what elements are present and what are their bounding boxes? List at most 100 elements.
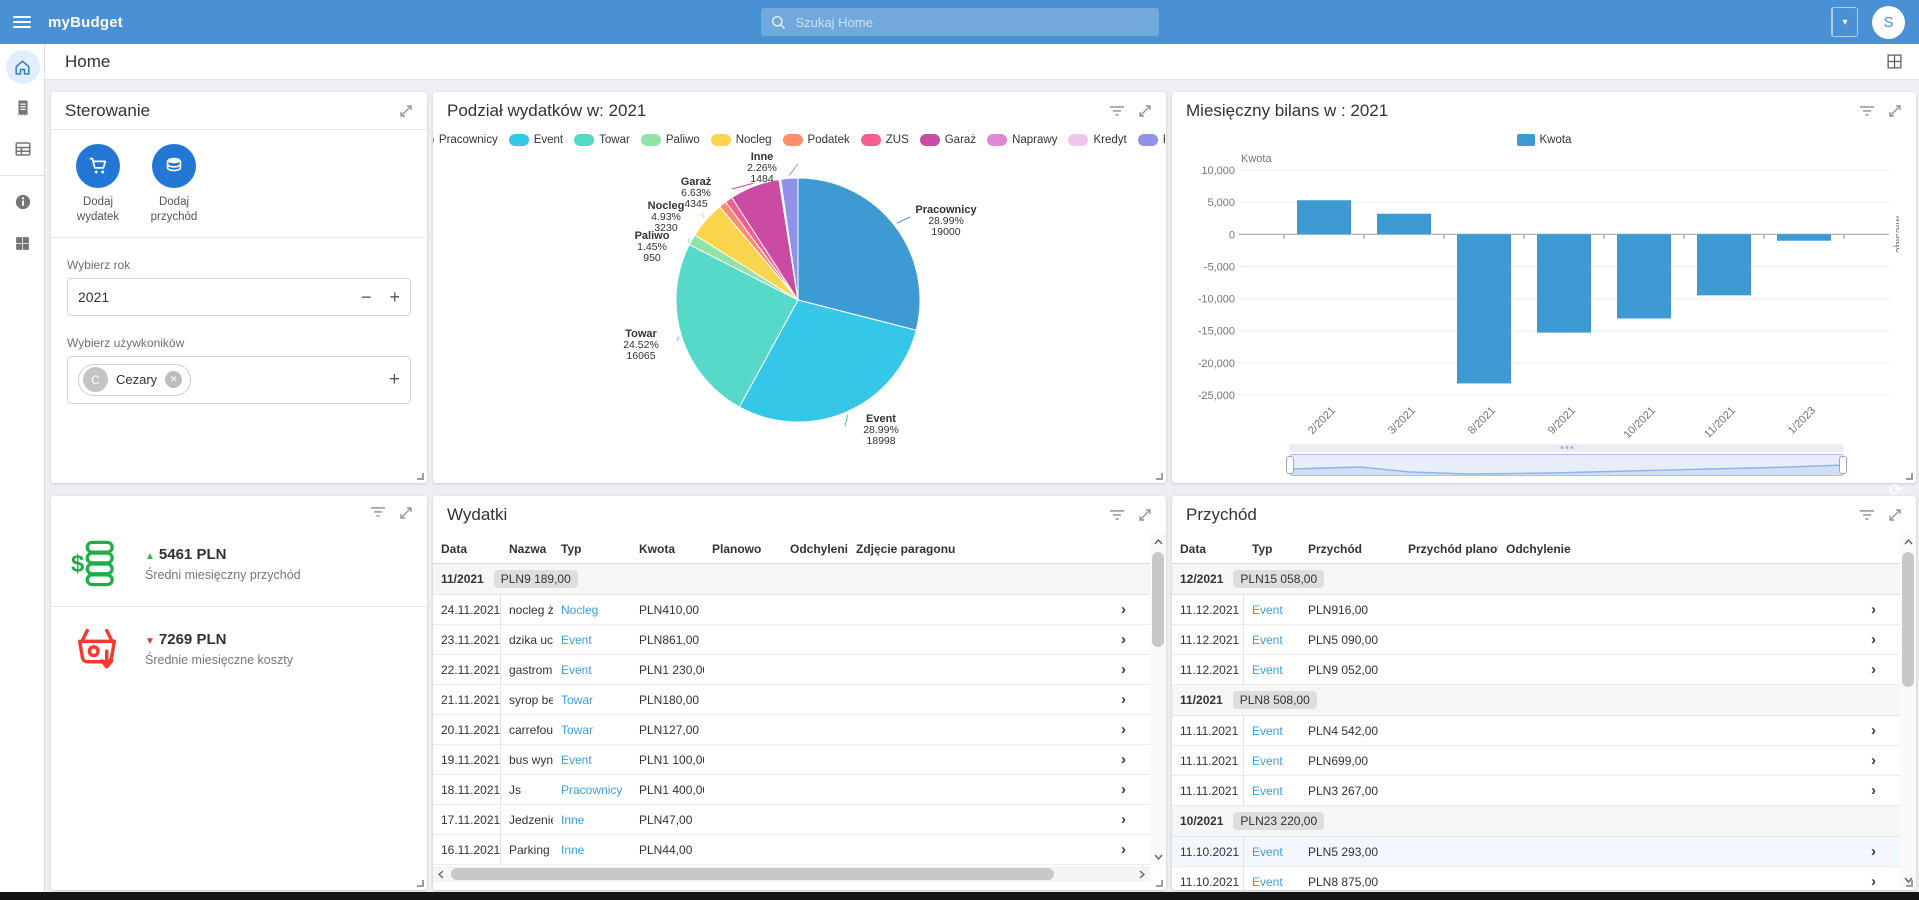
cell-type[interactable]: Event <box>1244 875 1300 889</box>
add-user-button[interactable]: + <box>389 369 400 391</box>
resize-grip[interactable] <box>417 473 424 480</box>
column-header[interactable]: Przychód planowany <box>1400 542 1498 556</box>
type-link[interactable]: Event <box>561 753 592 767</box>
cell-type[interactable]: Event <box>1244 784 1300 798</box>
cell-type[interactable]: Event <box>1244 724 1300 738</box>
cell-type[interactable]: Event <box>1244 663 1300 677</box>
users-selector[interactable]: C Cezary ✕ + <box>67 356 411 404</box>
type-link[interactable]: Event <box>1252 663 1283 677</box>
chart-scrollbar[interactable] <box>1289 444 1844 452</box>
type-link[interactable]: Event <box>1252 754 1283 768</box>
expenses-vertical-scrollbar[interactable] <box>1150 534 1166 865</box>
column-header[interactable]: Odchylenie <box>1498 542 1900 556</box>
sidebar-item-info[interactable] <box>0 184 45 220</box>
cell-type[interactable]: Event <box>1244 603 1300 617</box>
chevron-right-icon[interactable]: › <box>1121 722 1126 737</box>
pie-chart[interactable]: Pracownicy28.99%19000Event28.99%18998Tow… <box>433 146 1166 446</box>
table-row[interactable]: 11.10.2021EventPLN5 293,00› <box>1172 837 1900 867</box>
cell-type[interactable]: Event <box>1244 754 1300 768</box>
expand-icon[interactable] <box>1138 104 1152 118</box>
table-row[interactable]: 11.10.2021EventPLN8 875,00› <box>1172 867 1900 890</box>
navigator-right-handle[interactable] <box>1839 456 1847 474</box>
resize-grip[interactable] <box>417 880 424 887</box>
table-row[interactable]: 17.11.2021JedzenieInnePLN47,00› <box>433 805 1150 835</box>
search-box[interactable] <box>761 8 1159 36</box>
scrollbar-thumb[interactable] <box>1152 552 1164 647</box>
chevron-right-icon[interactable]: › <box>1121 752 1126 767</box>
year-decrement-button[interactable]: − <box>361 288 372 306</box>
table-row[interactable]: 23.11.2021dzika ucztaEventPLN861,00› <box>433 625 1150 655</box>
resize-grip[interactable] <box>1156 473 1163 480</box>
add-income-button[interactable]: Dodaj przychód <box>143 144 205 225</box>
cell-type[interactable]: Towar <box>553 693 631 707</box>
sidebar-item-tables[interactable] <box>0 131 45 167</box>
cell-type[interactable]: Event <box>553 633 631 647</box>
bar-chart[interactable]: 10,0005,0000-5,000-10,000-15,000-20,000-… <box>1189 152 1899 442</box>
scroll-right-button[interactable] <box>1134 866 1150 882</box>
column-header[interactable]: Typ <box>1244 542 1300 556</box>
expand-icon[interactable] <box>399 104 413 118</box>
table-row[interactable]: 24.11.2021nocleg żagańNoclegPLN410,00› <box>433 595 1150 625</box>
column-header[interactable]: Zdjęcie paragonu <box>848 542 1150 556</box>
layout-grid-button[interactable] <box>1886 53 1903 70</box>
filter-icon[interactable] <box>1110 105 1124 117</box>
table-row[interactable]: 21.11.2021syrop bezTowarPLN180,00› <box>433 685 1150 715</box>
year-increment-button[interactable]: + <box>389 288 400 306</box>
refresh-split-button[interactable]: ⟳ ▾ <box>1831 7 1858 37</box>
column-header[interactable]: Przychód <box>1300 542 1400 556</box>
filter-icon[interactable] <box>1860 105 1874 117</box>
bar-2/2021[interactable] <box>1297 200 1351 234</box>
sidebar-item-apps[interactable] <box>0 225 45 261</box>
group-row[interactable]: 12/2021 PLN15 058,00 <box>1172 564 1900 595</box>
resize-grip[interactable] <box>1156 880 1163 887</box>
cell-type[interactable]: Event <box>553 663 631 677</box>
cell-type[interactable]: Event <box>1244 633 1300 647</box>
column-header[interactable]: Typ <box>553 542 631 556</box>
filter-icon[interactable] <box>1860 509 1874 521</box>
type-link[interactable]: Event <box>1252 875 1283 889</box>
column-header[interactable]: Data <box>433 542 501 556</box>
scroll-down-button[interactable] <box>1150 849 1166 865</box>
bar-10/2021[interactable] <box>1617 234 1671 318</box>
navigator-left-handle[interactable] <box>1286 456 1294 474</box>
scrollbar-thumb[interactable] <box>451 868 1054 880</box>
type-link[interactable]: Event <box>1252 724 1283 738</box>
type-link[interactable]: Event <box>1252 845 1283 859</box>
type-link[interactable]: Pracownicy <box>561 783 622 797</box>
table-row[interactable]: 22.11.2021gastromiast…EventPLN1 230,00› <box>433 655 1150 685</box>
table-row[interactable]: 18.11.2021JsPracownicyPLN1 400,00› <box>433 775 1150 805</box>
chevron-right-icon[interactable]: › <box>1121 602 1126 617</box>
sidebar-item-receipts[interactable] <box>0 90 45 126</box>
menu-button[interactable] <box>0 0 44 44</box>
table-row[interactable]: 11.11.2021EventPLN699,00› <box>1172 746 1900 776</box>
table-row[interactable]: 11.12.2021EventPLN916,00› <box>1172 595 1900 625</box>
cell-type[interactable]: Inne <box>553 813 631 827</box>
type-link[interactable]: Event <box>1252 633 1283 647</box>
type-link[interactable]: Inne <box>561 813 584 827</box>
cell-type[interactable]: Towar <box>553 723 631 737</box>
chevron-right-icon[interactable]: › <box>1121 842 1126 857</box>
bar-3/2021[interactable] <box>1377 214 1431 235</box>
year-input[interactable] <box>78 289 361 305</box>
column-header[interactable]: Odchylenie <box>782 542 848 556</box>
cell-type[interactable]: Pracownicy <box>553 783 631 797</box>
chevron-right-icon[interactable]: › <box>1121 692 1126 707</box>
filter-icon[interactable] <box>1110 509 1124 521</box>
scroll-left-button[interactable] <box>433 866 449 882</box>
chevron-right-icon[interactable]: › <box>1121 632 1126 647</box>
type-link[interactable]: Event <box>1252 784 1283 798</box>
filter-icon[interactable] <box>371 506 385 520</box>
column-header[interactable]: Data <box>1172 542 1244 556</box>
cell-type[interactable]: Event <box>553 753 631 767</box>
bar-9/2021[interactable] <box>1537 234 1591 332</box>
cell-type[interactable]: Event <box>1244 845 1300 859</box>
table-row[interactable]: 16.11.2021Parking no…InnePLN44,00› <box>433 835 1150 865</box>
expand-icon[interactable] <box>1138 508 1152 522</box>
table-row[interactable]: 11.11.2021EventPLN3 267,00› <box>1172 776 1900 806</box>
range-navigator[interactable] <box>1289 444 1844 478</box>
type-link[interactable]: Towar <box>561 723 593 737</box>
year-selector[interactable]: − + <box>67 278 411 316</box>
cell-type[interactable]: Nocleg <box>553 603 631 617</box>
table-row[interactable]: 20.11.2021carrefour o…TowarPLN127,00› <box>433 715 1150 745</box>
bar-11/2021[interactable] <box>1697 234 1751 295</box>
